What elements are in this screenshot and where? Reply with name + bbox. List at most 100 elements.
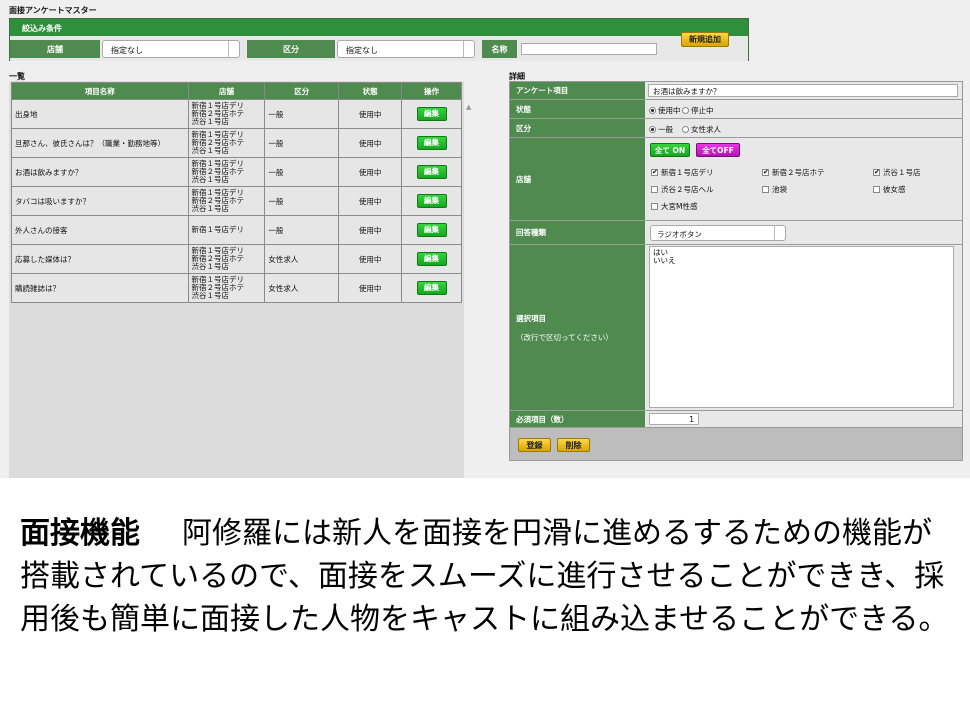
- row-name: 出身地: [11, 99, 189, 129]
- store-checkbox-label: 池袋: [772, 185, 787, 194]
- store-checkbox[interactable]: ✔ 新宿２号店ホテ: [762, 167, 825, 178]
- list-panel: 項目名称 店舗 区分 状態 操作 出身地 新宿１号店デリ 新宿２号店ホテ 渋谷１号…: [9, 81, 464, 478]
- row-status: 使用中: [338, 244, 403, 274]
- checkbox-box: [651, 203, 658, 210]
- edit-button[interactable]: 編集: [416, 223, 447, 237]
- store-checkbox[interactable]: 渋谷２号店ヘル: [651, 184, 714, 195]
- scroll-up-icon[interactable]: ▲: [466, 103, 471, 111]
- edit-button[interactable]: 編集: [416, 165, 447, 179]
- category-label: 区分: [510, 119, 645, 137]
- register-button[interactable]: 登録: [518, 438, 551, 452]
- edit-button[interactable]: 編集: [416, 136, 447, 150]
- col-store: 店舗: [187, 82, 266, 100]
- row-status: 使用中: [338, 215, 403, 245]
- category-women-label: 女性求人: [691, 125, 721, 134]
- store-checkbox-label: 渋谷２号店ヘル: [661, 185, 714, 194]
- checkbox-box: ✔: [762, 168, 769, 176]
- filter-category-select[interactable]: 指定なし: [337, 40, 475, 58]
- row-category: 一般: [264, 99, 340, 129]
- checkbox-box: [762, 186, 769, 193]
- row-action: 編集: [401, 186, 462, 216]
- choices-label-cell: 選択項目 （改行で区切ってください）: [510, 245, 645, 410]
- row-status: 使用中: [338, 157, 403, 187]
- filter-store-value: 指定なし: [111, 46, 143, 55]
- row-action: 編集: [401, 128, 462, 158]
- caption: 面接機能 阿修羅には新人を面接を円滑に進めるするための機能が搭載されているので、面…: [20, 512, 955, 641]
- store-checkbox-label: 彼女感: [883, 185, 906, 194]
- row-status: 使用中: [338, 128, 403, 158]
- status-label: 状態: [510, 100, 645, 118]
- answer-type-label: 回答種類: [510, 221, 645, 244]
- new-item-button[interactable]: 新規追加: [681, 32, 729, 47]
- filter-category-value: 指定なし: [346, 46, 378, 55]
- filter-panel: 絞込み条件 店舗 指定なし 区分 指定なし 名称: [9, 18, 749, 61]
- store-checkbox[interactable]: 彼女感: [873, 184, 906, 195]
- table-row: 応募した媒体は？ 新宿１号店デリ 新宿２号店ホテ 渋谷１号店 女性求人 使用中 編集: [11, 244, 462, 274]
- delete-button[interactable]: 削除: [557, 438, 590, 452]
- row-action: 編集: [401, 157, 462, 187]
- status-active-label: 使用中: [658, 106, 681, 115]
- row-category: 一般: [264, 128, 340, 158]
- row-category: 女性求人: [264, 273, 340, 303]
- store-row: 店舗 全て ON 全てOFF ✔ 新宿１号店デリ ✔ 新宿２号店ホテ ✔ 渋谷１号店 渋谷２…: [510, 138, 962, 221]
- survey-table: 項目名称 店舗 区分 状態 操作 出身地 新宿１号店デリ 新宿２号店ホテ 渋谷１号…: [11, 82, 462, 303]
- question-row: アンケート項目 お酒は飲みますか？: [510, 82, 962, 100]
- all-on-button[interactable]: 全て ON: [650, 143, 690, 157]
- caption-heading: 面接機能: [20, 516, 140, 551]
- table-row: 購読雑誌は？ 新宿１号店デリ 新宿２号店ホテ 渋谷１号店 女性求人 使用中 編集: [11, 273, 462, 303]
- store-checkbox[interactable]: 池袋: [762, 184, 787, 195]
- all-off-button[interactable]: 全てOFF: [696, 143, 740, 157]
- table-row: タバコは吸いますか？ 新宿１号店デリ 新宿２号店ホテ 渋谷１号店 一般 使用中 編集: [11, 186, 462, 216]
- filter-store-select[interactable]: 指定なし: [102, 40, 240, 58]
- row-action: 編集: [401, 99, 462, 129]
- row-action: 編集: [401, 244, 462, 274]
- category-general-radio[interactable]: 一般: [649, 124, 673, 135]
- edit-button[interactable]: 編集: [416, 194, 447, 208]
- store-checkbox[interactable]: ✔ 新宿１号店デリ: [651, 167, 714, 178]
- edit-button[interactable]: 編集: [416, 107, 447, 121]
- row-stores: 新宿１号店デリ 新宿２号店ホテ 渋谷１号店: [187, 186, 266, 216]
- filter-name-label: 名称: [482, 40, 517, 58]
- caption-body: 阿修羅には新人を面接を円滑に進めるするための機能が搭載されているので、面接をスム…: [20, 516, 949, 637]
- store-checkbox[interactable]: 大宮M性感: [651, 201, 697, 212]
- status-stopped-radio[interactable]: 停止中: [682, 105, 714, 116]
- filter-store-label: 店舗: [10, 40, 100, 58]
- row-category: 一般: [264, 157, 340, 187]
- category-row: 区分 一般 女性求人: [510, 119, 962, 138]
- row-stores: 新宿１号店デリ 新宿２号店ホテ 渋谷１号店: [187, 273, 266, 303]
- store-checkbox-label: 大宮M性感: [661, 202, 698, 211]
- filter-name-input[interactable]: [521, 43, 657, 55]
- answer-type-select[interactable]: ラジオボタン: [650, 225, 786, 241]
- store-checkbox-label: 新宿１号店デリ: [661, 168, 714, 177]
- checkbox-box: [873, 186, 880, 193]
- choices-textarea[interactable]: はい いいえ: [649, 246, 954, 408]
- row-name: 購読雑誌は？: [11, 273, 189, 303]
- row-stores: 新宿１号店デリ 新宿２号店ホテ 渋谷１号店: [187, 244, 266, 274]
- question-input[interactable]: お酒は飲みますか？: [648, 84, 958, 97]
- detail-panel: アンケート項目 お酒は飲みますか？ 状態 使用中 停止中 区分 一般 女性求人 …: [509, 81, 963, 461]
- row-name: お酒は飲みますか？: [11, 157, 189, 187]
- table-row: 出身地 新宿１号店デリ 新宿２号店ホテ 渋谷１号店 一般 使用中 編集: [11, 99, 462, 129]
- row-stores: 新宿１号店デリ 新宿２号店ホテ 渋谷１号店: [187, 157, 266, 187]
- required-input[interactable]: 1: [649, 413, 699, 425]
- store-checkbox[interactable]: ✔ 渋谷１号店: [873, 167, 921, 178]
- col-status: 状態: [338, 82, 403, 100]
- col-name: 項目名称: [11, 82, 189, 100]
- status-active-radio[interactable]: 使用中: [649, 105, 681, 116]
- checkbox-box: ✔: [873, 168, 880, 176]
- edit-button[interactable]: 編集: [416, 281, 447, 295]
- row-category: 一般: [264, 186, 340, 216]
- category-women-radio[interactable]: 女性求人: [682, 124, 721, 135]
- row-status: 使用中: [338, 186, 403, 216]
- row-status: 使用中: [338, 99, 403, 129]
- store-checkbox-label: 渋谷１号店: [883, 168, 921, 177]
- row-stores: 新宿１号店デリ 新宿２号店ホテ 渋谷１号店: [187, 128, 266, 158]
- choices-row: 選択項目 （改行で区切ってください） はい いいえ: [510, 245, 962, 411]
- status-stopped-label: 停止中: [691, 106, 714, 115]
- required-row: 必須項目（数） 1: [510, 411, 962, 428]
- page-title: 面接アンケートマスター: [9, 6, 97, 15]
- store-checkbox-label: 新宿２号店ホテ: [772, 168, 825, 177]
- edit-button[interactable]: 編集: [416, 252, 447, 266]
- row-name: 応募した媒体は？: [11, 244, 189, 274]
- row-category: 女性求人: [264, 244, 340, 274]
